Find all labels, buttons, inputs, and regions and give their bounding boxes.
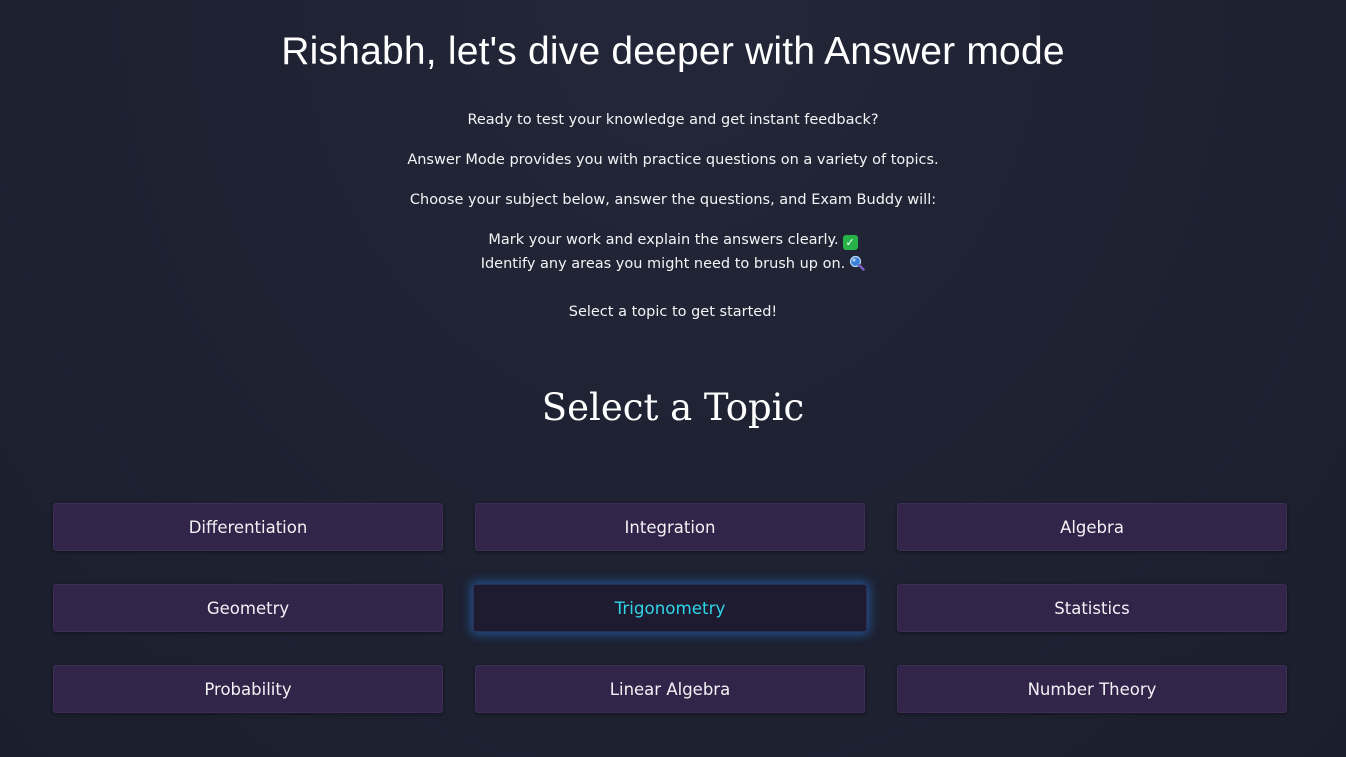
- intro-cta: Select a topic to get started!: [568, 304, 778, 320]
- feature-list: Mark your work and explain the answers c…: [0, 228, 1346, 276]
- topic-button-probability[interactable]: Probability: [53, 665, 443, 713]
- intro-section: Ready to test your knowledge and get ins…: [0, 108, 1346, 340]
- topic-button-differentiation[interactable]: Differentiation: [53, 503, 443, 551]
- section-title: Select a Topic: [541, 386, 805, 429]
- intro-line-1: Ready to test your knowledge and get ins…: [467, 112, 879, 128]
- topic-button-integration[interactable]: Integration: [475, 503, 865, 551]
- feature-item-mark: Mark your work and explain the answers c…: [0, 228, 1346, 252]
- topic-button-linear-algebra[interactable]: Linear Algebra: [475, 665, 865, 713]
- topic-button-geometry[interactable]: Geometry: [53, 584, 443, 632]
- check-icon: ✓: [842, 235, 858, 250]
- topic-button-algebra[interactable]: Algebra: [897, 503, 1287, 551]
- topic-button-trigonometry[interactable]: Trigonometry: [472, 583, 868, 633]
- magnifier-icon: [849, 255, 866, 271]
- feature-text: Mark your work and explain the answers c…: [488, 232, 839, 248]
- topic-button-number-theory[interactable]: Number Theory: [897, 665, 1287, 713]
- topic-button-statistics[interactable]: Statistics: [897, 584, 1287, 632]
- page-title: Rishabh, let's dive deeper with Answer m…: [281, 30, 1065, 73]
- intro-line-2: Answer Mode provides you with practice q…: [407, 152, 939, 168]
- feature-item-identify: Identify any areas you might need to bru…: [0, 252, 1346, 276]
- topic-grid: Differentiation Integration Algebra Geom…: [53, 503, 1288, 713]
- feature-text: Identify any areas you might need to bru…: [480, 256, 846, 272]
- intro-line-3: Choose your subject below, answer the qu…: [409, 192, 937, 208]
